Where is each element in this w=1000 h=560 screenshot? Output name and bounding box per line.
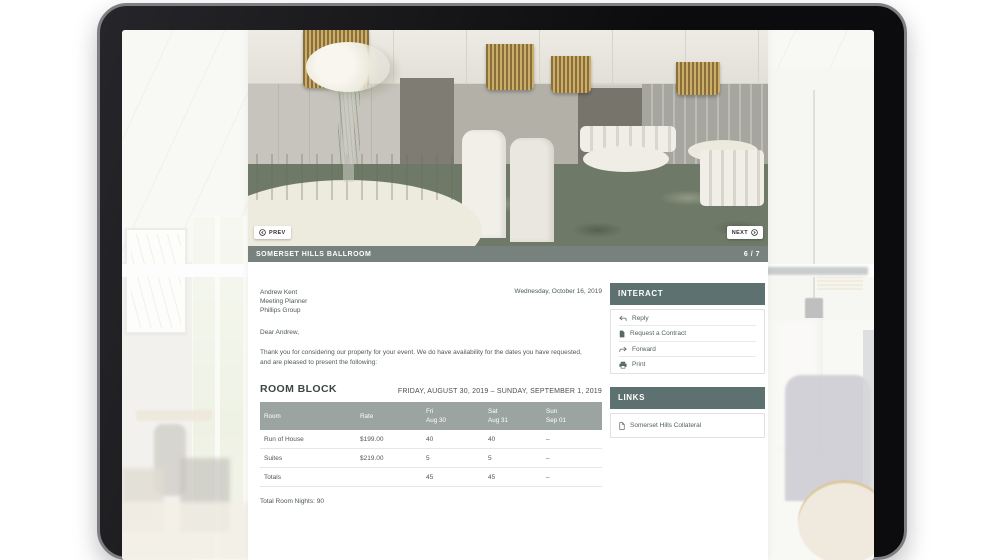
forward-action[interactable]: Forward xyxy=(619,342,756,357)
document-icon xyxy=(619,421,625,430)
prev-button[interactable]: PREV xyxy=(254,226,291,239)
contract-icon xyxy=(619,330,625,337)
banquet-chairs xyxy=(700,150,764,206)
carousel-caption-bar: SOMERSET HILLS BALLROOM 6 / 7 xyxy=(248,246,768,262)
cell-fri: 45 xyxy=(422,467,484,487)
room-block-date-range: FRIDAY, AUGUST 30, 2019 – SUNDAY, SEPTEM… xyxy=(397,388,602,395)
prev-label: PREV xyxy=(269,229,286,236)
reply-icon xyxy=(619,315,627,321)
circle-arrow-left-icon xyxy=(259,229,266,236)
room-block-title: ROOM BLOCK xyxy=(260,383,337,395)
cell-rate xyxy=(356,467,422,487)
cell-sun: – xyxy=(542,448,602,468)
total-room-nights: Total Room Nights: 90 xyxy=(260,498,324,505)
letter-date: Wednesday, October 16, 2019 xyxy=(514,288,602,295)
print-action[interactable]: Print xyxy=(619,357,756,372)
banquet-table xyxy=(583,146,669,172)
photo-carousel: PREV NEXT SOMERSET HILLS BALLROOM 6 / 7 xyxy=(248,30,768,262)
table-row-totals: Totals 45 45 – xyxy=(260,467,602,487)
screen: PREV NEXT SOMERSET HILLS BALLROOM 6 / 7 … xyxy=(122,30,874,560)
links-panel-header: LINKS xyxy=(610,387,765,409)
white-flowers xyxy=(306,42,390,92)
recipient-title: Meeting Planner xyxy=(260,298,308,305)
cell-rate: $219.00 xyxy=(356,448,422,468)
room-block-table: Room Rate Fri Aug 30 Sat Aug 31 Sun Sep 01 … xyxy=(260,402,602,487)
action-label: Request a Contract xyxy=(630,330,687,337)
cell-room: Run of House xyxy=(260,430,356,449)
next-label: NEXT xyxy=(731,229,748,236)
next-button[interactable]: NEXT xyxy=(726,226,763,239)
cell-sat: 45 xyxy=(484,467,542,487)
table-header-row: Room Rate Fri Aug 30 Sat Aug 31 Sun Sep 01 xyxy=(260,402,602,430)
gold-chandelier xyxy=(486,44,534,90)
col-sun: Sun Sep 01 xyxy=(542,402,602,430)
action-label: Forward xyxy=(632,345,656,353)
reply-action[interactable]: Reply xyxy=(619,311,756,326)
cell-sun: – xyxy=(542,467,602,487)
request-contract-action[interactable]: Request a Contract xyxy=(619,326,756,342)
room-block-header: ROOM BLOCK FRIDAY, AUGUST 30, 2019 – SUN… xyxy=(260,383,602,395)
action-label: Reply xyxy=(632,314,649,322)
foreground-chair xyxy=(510,138,554,242)
interact-panel-header: INTERACT xyxy=(610,283,765,305)
collateral-link[interactable]: Somerset Hills Collateral xyxy=(619,418,756,433)
interact-panel: Reply Request a Contract Forward Print xyxy=(610,309,765,374)
table-row: Run of House $199.00 40 40 – xyxy=(260,430,602,449)
cell-fri: 40 xyxy=(422,430,484,449)
forward-icon xyxy=(619,346,627,352)
cell-sun: – xyxy=(542,430,602,449)
recipient-block: Andrew Kent Meeting Planner Phillips Gro… xyxy=(260,288,307,315)
cell-room: Totals xyxy=(260,467,356,487)
gold-chandelier xyxy=(676,62,720,95)
cell-room: Suites xyxy=(260,448,356,468)
col-sat: Sat Aug 31 xyxy=(484,402,542,430)
sidebar: INTERACT Reply Request a Contract Forwar… xyxy=(610,283,765,438)
cell-rate: $199.00 xyxy=(356,430,422,449)
letter-header: Andrew Kent Meeting Planner Phillips Gro… xyxy=(260,288,602,315)
photo-caption: SOMERSET HILLS BALLROOM xyxy=(256,250,372,258)
flower-vase xyxy=(343,90,354,182)
recipient-name: Andrew Kent xyxy=(260,289,298,296)
col-fri: Fri Aug 30 xyxy=(422,402,484,430)
circle-arrow-right-icon xyxy=(751,229,758,236)
print-icon xyxy=(619,361,627,369)
action-label: Print xyxy=(632,361,646,368)
link-label: Somerset Hills Collateral xyxy=(630,422,702,429)
cell-fri: 5 xyxy=(422,448,484,468)
carousel-pagination: 6 / 7 xyxy=(743,250,760,258)
ballroom-photo xyxy=(248,30,768,246)
letter-body: Thank you for considering our property f… xyxy=(260,349,582,366)
recipient-company: Phillips Group xyxy=(260,307,301,314)
col-rate: Rate xyxy=(356,402,422,430)
gold-chandelier xyxy=(551,56,591,93)
cell-sat: 40 xyxy=(484,430,542,449)
table-row: Suites $219.00 5 5 – xyxy=(260,448,602,468)
cell-sat: 5 xyxy=(484,448,542,468)
col-room: Room xyxy=(260,402,356,430)
laptop-frame: PREV NEXT SOMERSET HILLS BALLROOM 6 / 7 … xyxy=(97,3,907,560)
links-panel: Somerset Hills Collateral xyxy=(610,413,765,438)
